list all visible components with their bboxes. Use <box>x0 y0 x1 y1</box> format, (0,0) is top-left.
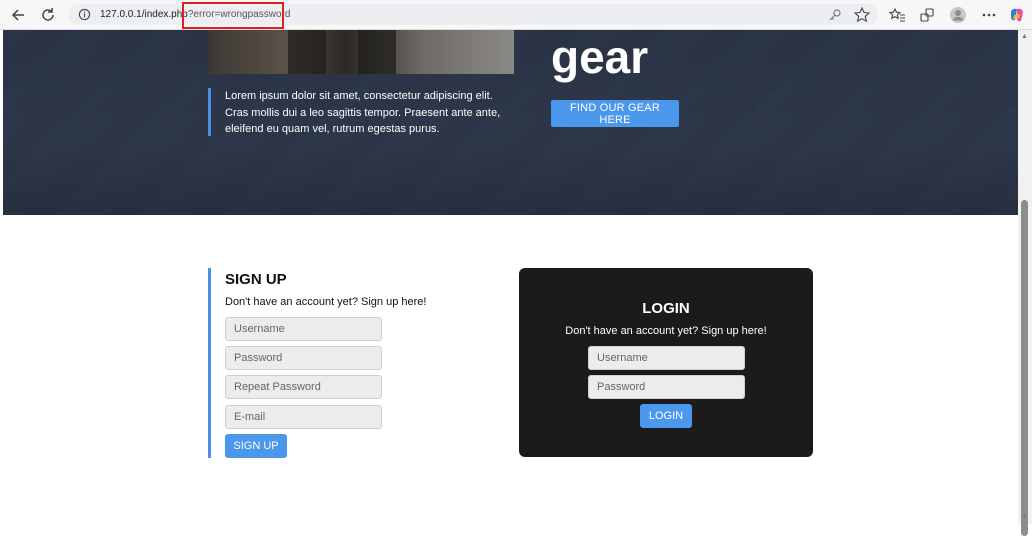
star-icon[interactable] <box>853 6 871 24</box>
login-card: LOGIN Don't have an account yet? Sign up… <box>519 268 813 457</box>
copilot-icon[interactable] <box>1008 6 1026 24</box>
login-subtitle: Don't have an account yet? Sign up here! <box>565 325 767 337</box>
signup-email-input[interactable] <box>225 405 382 429</box>
url-host: 127.0.0.1/index.php <box>100 9 188 20</box>
browser-toolbar: 127.0.0.1/index.php?error=wrongpassword <box>0 0 1032 30</box>
signup-password-input[interactable] <box>225 346 382 370</box>
favorites-icon[interactable] <box>888 6 906 24</box>
hero-photo <box>208 30 514 74</box>
url-highlight-annotation <box>182 2 284 29</box>
scroll-down-icon[interactable]: ▼ <box>1021 513 1028 521</box>
reload-icon[interactable] <box>38 5 58 25</box>
signup-repeat-password-input[interactable] <box>225 375 382 399</box>
login-button[interactable]: LOGIN <box>640 404 692 428</box>
login-title: LOGIN <box>642 300 690 317</box>
scroll-up-icon[interactable]: ▲ <box>1021 33 1028 41</box>
signup-title: SIGN UP <box>225 271 287 288</box>
login-password-input[interactable] <box>588 375 745 399</box>
extensions-icon[interactable] <box>918 6 936 24</box>
more-icon[interactable] <box>980 6 998 24</box>
signup-username-input[interactable] <box>225 317 382 341</box>
hero-section: Lorem ipsum dolor sit amet, consectetur … <box>3 30 1018 215</box>
find-gear-button[interactable]: FIND OUR GEAR HERE <box>551 100 679 127</box>
info-icon[interactable] <box>78 8 91 21</box>
page-scrollbar[interactable]: ▲ ▼ <box>1018 30 1032 536</box>
signup-subtitle: Don't have an account yet? Sign up here! <box>225 296 427 308</box>
signup-button[interactable]: SIGN UP <box>225 434 287 458</box>
scrollbar-thumb[interactable] <box>1021 200 1028 536</box>
back-arrow-icon[interactable] <box>9 5 29 25</box>
key-icon[interactable] <box>826 6 844 24</box>
profile-icon[interactable] <box>949 6 967 24</box>
login-username-input[interactable] <box>588 346 745 370</box>
hero-heading: gear <box>551 31 649 83</box>
quote-accent-bar <box>208 88 211 136</box>
hero-quote: Lorem ipsum dolor sit amet, consectetur … <box>225 90 501 135</box>
signup-accent-bar <box>208 268 211 458</box>
